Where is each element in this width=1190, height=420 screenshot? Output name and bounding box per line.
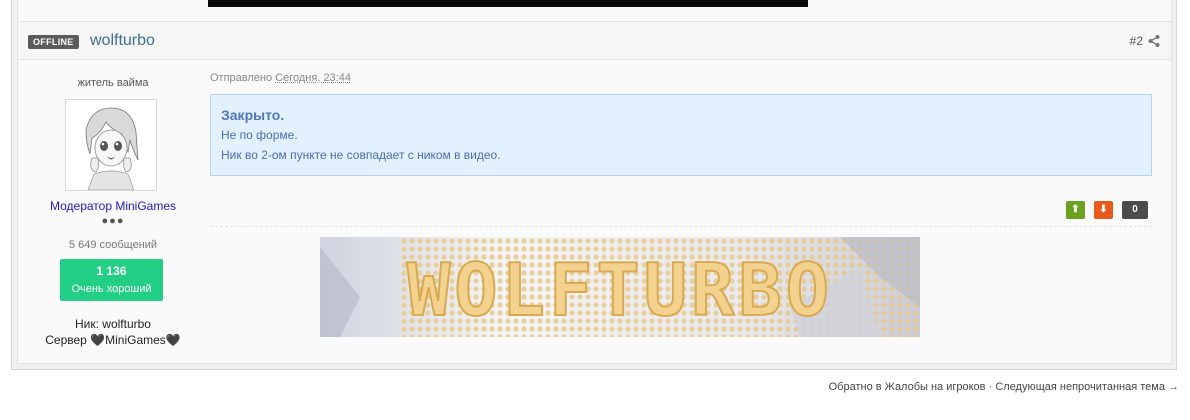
- user-rank-dots: ●●●: [101, 215, 125, 227]
- moderator-notice-box: Закрыто. Не по форме. Ник во 2-ом пункте…: [210, 94, 1152, 176]
- notice-line: Ник во 2-ом пункте не совпадает с ником …: [221, 148, 501, 162]
- signature-banner: WOLFTURBO: [320, 237, 920, 337]
- back-to-forum-link[interactable]: Обратно в Жалобы на игроков: [829, 381, 986, 393]
- post: OFFLINE wolfturbo #2 житель вайма Модера…: [17, 21, 1172, 364]
- signature-divider: [210, 226, 1152, 227]
- signature-banner-text: WOLFTURBO: [407, 248, 833, 332]
- posts-container: OFFLINE wolfturbo #2 житель вайма Модера…: [11, 0, 1177, 370]
- author-panel: житель вайма Модератор MiniGames ●●● 5 6…: [18, 60, 208, 363]
- post-header: OFFLINE wolfturbo #2: [18, 22, 1171, 60]
- thread-footer-nav: Обратно в Жалобы на игроков · Следующая …: [829, 381, 1179, 393]
- reputation-value: 1 136: [96, 264, 127, 278]
- offline-badge: OFFLINE: [28, 35, 79, 49]
- user-server-field: Сервер 🖤MiniGames🖤: [45, 333, 181, 347]
- user-role: Модератор MiniGames: [49, 199, 177, 213]
- post-content: Отправлено Сегодня, 23:44 Закрыто. Не по…: [208, 60, 1170, 363]
- share-icon[interactable]: [1148, 34, 1160, 48]
- next-unread-thread-link[interactable]: Следующая непрочитанная тема →: [995, 381, 1179, 393]
- notice-title: Закрыто.: [221, 107, 285, 123]
- reputation-label: Очень хороший: [71, 283, 152, 295]
- vote-up-button[interactable]: ⬆: [1066, 201, 1085, 219]
- author-username-link[interactable]: wolfturbo: [90, 31, 155, 51]
- footer-separator: ·: [985, 381, 996, 393]
- reputation-badge: 1 136 Очень хороший: [60, 259, 163, 301]
- notice-line: Не по форме.: [221, 128, 298, 142]
- previous-post-tail: [17, 0, 1172, 21]
- anime-avatar-image: [66, 100, 156, 191]
- post-number-link[interactable]: #2: [1130, 34, 1143, 48]
- post-date: Отправлено Сегодня, 23:44: [210, 72, 351, 84]
- vote-down-button[interactable]: ⬇: [1094, 201, 1113, 219]
- message-count: 5 649 сообщений: [68, 239, 158, 251]
- sent-time: Сегодня, 23:44: [275, 72, 351, 84]
- user-title: житель вайма: [77, 77, 149, 89]
- sent-label: Отправлено: [210, 72, 273, 84]
- user-nick-field: Ник: wolfturbo: [75, 317, 151, 331]
- previous-signature-banner: [208, 0, 808, 7]
- vote-score: 0: [1122, 201, 1148, 219]
- avatar[interactable]: [65, 99, 157, 191]
- signature-banner-image: WOLFTURBO: [320, 237, 920, 337]
